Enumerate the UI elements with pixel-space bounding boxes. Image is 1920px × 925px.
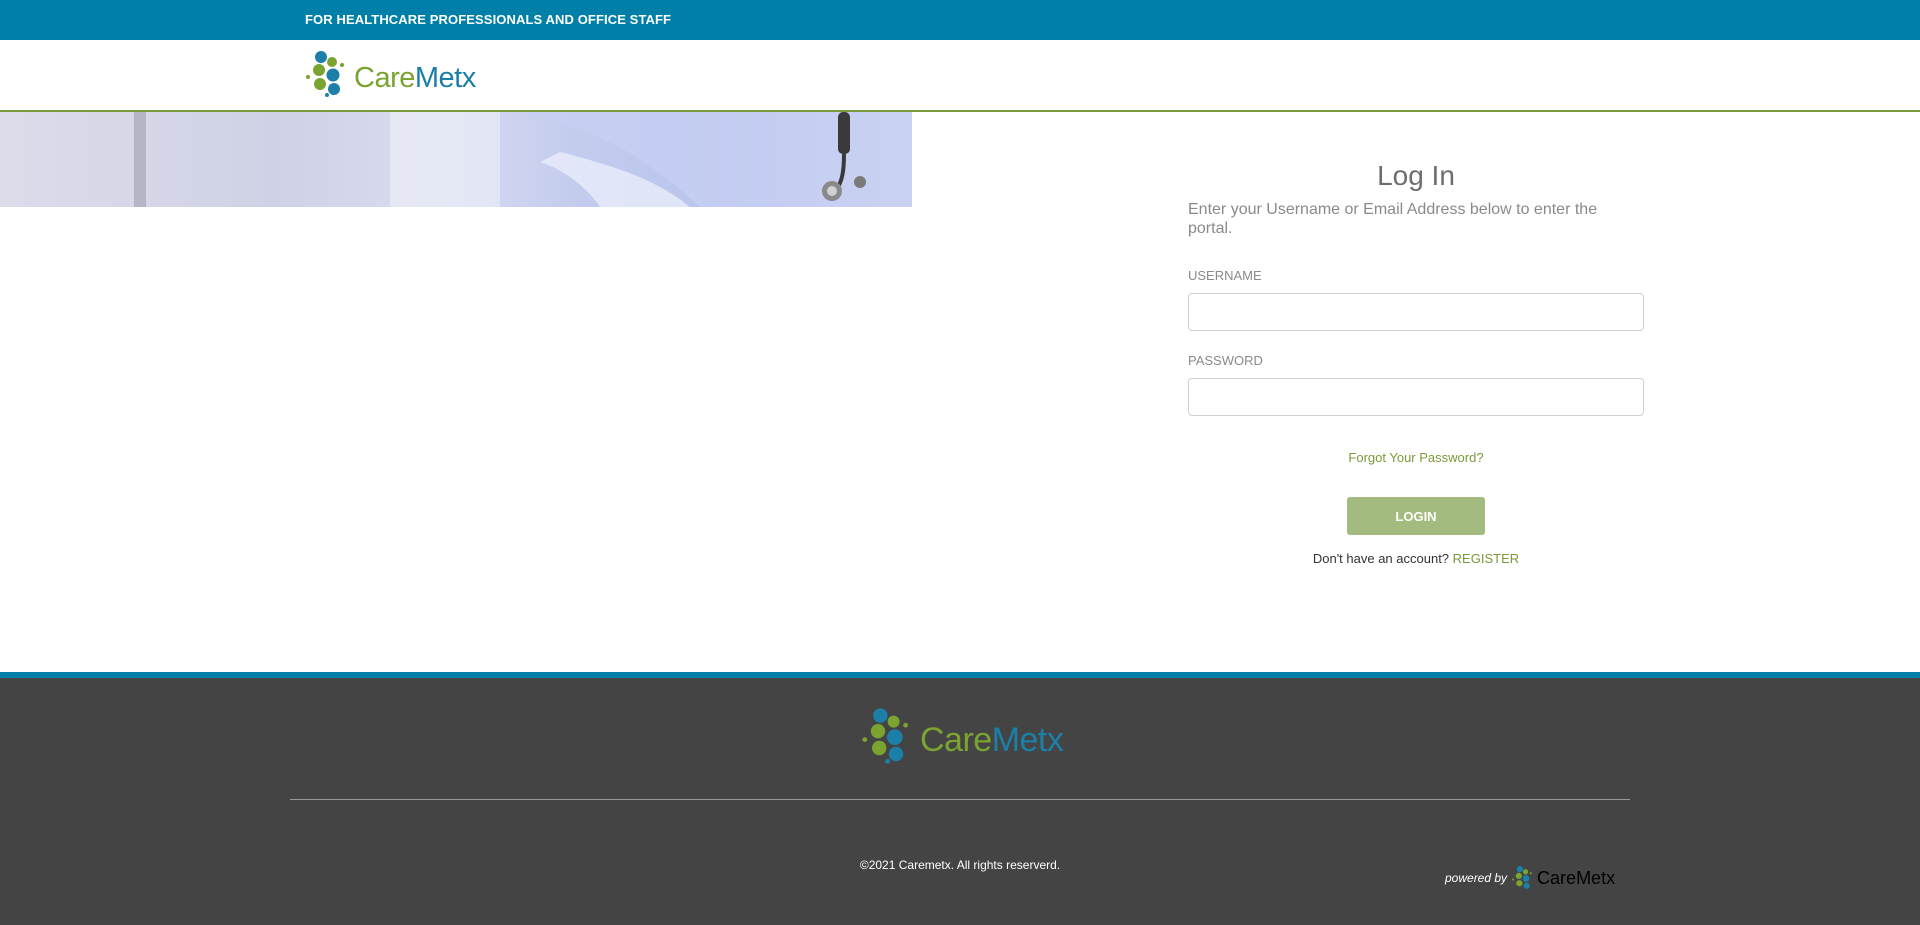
audience-notice: FOR HEALTHCARE PROFESSIONALS AND OFFICE …: [305, 12, 672, 27]
doctor-stethoscope-image: [134, 112, 912, 207]
powered-by-logo-mark: [1512, 866, 1532, 889]
register-link[interactable]: REGISTER: [1453, 551, 1519, 566]
caremetx-logo-mark: [306, 51, 344, 97]
site-header: CareMetx: [0, 40, 1920, 112]
powered-by-label: powered by: [1445, 871, 1508, 885]
forgot-password-link[interactable]: Forgot Your Password?: [1188, 450, 1644, 465]
top-banner: FOR HEALTHCARE PROFESSIONALS AND OFFICE …: [0, 0, 1920, 40]
password-input[interactable]: [1188, 378, 1644, 416]
username-input[interactable]: [1188, 293, 1644, 331]
password-label: PASSWORD: [1188, 353, 1263, 368]
footer-divider: [290, 799, 1630, 800]
footer-wordmark: CareMetx: [920, 720, 1064, 759]
register-prompt: Don't have an account? REGISTER: [1188, 551, 1644, 566]
powered-by-wordmark: CareMetx: [1537, 867, 1616, 888]
username-label: USERNAME: [1188, 268, 1262, 283]
caremetx-wordmark: CareMetx: [354, 61, 476, 94]
login-form: Log In Enter your Username or Email Addr…: [1188, 160, 1644, 566]
login-button[interactable]: LOGIN: [1347, 497, 1485, 535]
no-account-text: Don't have an account?: [1312, 551, 1450, 566]
copyright-text: ©2021 Caremetx. All rights reserverd.: [859, 858, 1061, 872]
caremetx-logo[interactable]: CareMetx: [304, 49, 476, 99]
login-instructions: Enter your Username or Email Address bel…: [1188, 201, 1598, 237]
powered-by-badge: powered by CareMetx: [1445, 865, 1615, 891]
site-footer: CareMetx ©2021 Caremetx. All rights rese…: [0, 672, 1920, 925]
footer-logo-mark: [862, 708, 908, 764]
login-title: Log In: [1377, 160, 1455, 191]
hero-image: [0, 112, 912, 207]
footer-caremetx-logo[interactable]: CareMetx: [860, 706, 1064, 766]
